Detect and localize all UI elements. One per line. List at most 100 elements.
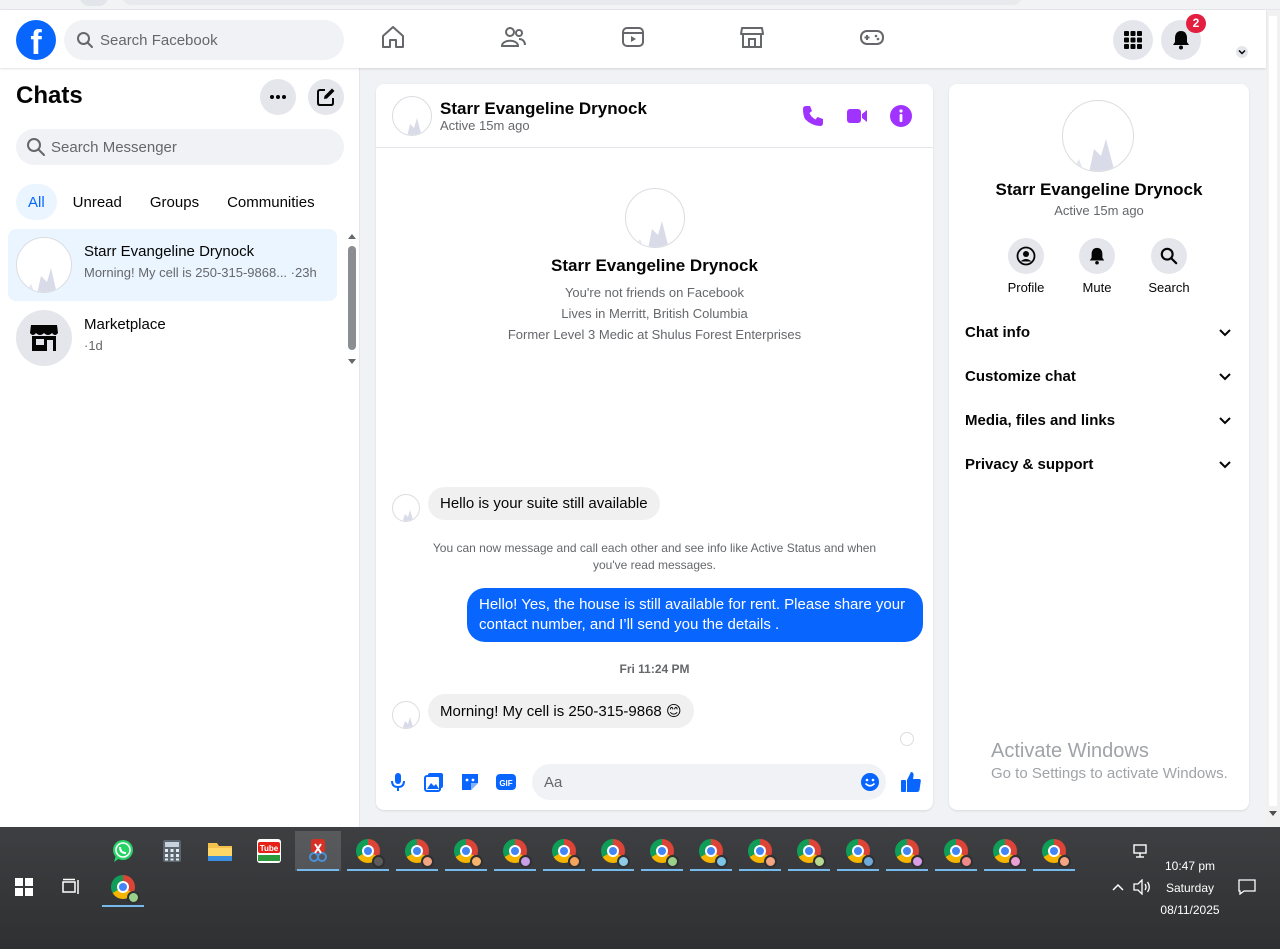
chat-list-item-marketplace[interactable]: Marketplace ·1d: [8, 302, 337, 374]
action-center-button[interactable]: [1232, 869, 1262, 905]
chrome-icon: [503, 839, 532, 868]
facebook-logo[interactable]: f: [16, 20, 56, 60]
chrome-pinned[interactable]: [100, 867, 146, 907]
search-icon: [1151, 238, 1187, 274]
avatar: [392, 494, 420, 522]
messenger-search-input[interactable]: [51, 129, 331, 165]
home-icon[interactable]: [380, 24, 406, 50]
chrome-profile-9[interactable]: [737, 831, 783, 871]
chevron-up-icon: [1112, 883, 1124, 891]
account-chevron-icon[interactable]: [1235, 45, 1249, 59]
show-hidden-icons-button[interactable]: [1106, 869, 1130, 905]
avatar: [16, 237, 72, 293]
page-scrollbar[interactable]: [1266, 10, 1280, 827]
seen-indicator-avatar: [900, 732, 914, 746]
filter-communities[interactable]: Communities: [215, 184, 327, 220]
chrome-profile-10[interactable]: [786, 831, 832, 871]
chrome-profile-1[interactable]: [345, 831, 391, 871]
message-bubble-incoming[interactable]: Morning! My cell is 250-315-9868 😊: [428, 694, 694, 728]
message-bubble-incoming[interactable]: Hello is your suite still available: [428, 487, 660, 520]
browser-back-button[interactable]: [80, 0, 108, 6]
microphone-icon[interactable]: [387, 771, 409, 793]
chrome-profile-4[interactable]: [492, 831, 538, 871]
watermark-subtitle: Go to Settings to activate Windows.: [991, 765, 1228, 782]
chrome-profile-3[interactable]: [443, 831, 489, 871]
message-input[interactable]: [544, 764, 844, 800]
chrome-profile-7[interactable]: [639, 831, 685, 871]
new-message-button[interactable]: [308, 79, 344, 115]
chat-info-section[interactable]: Chat info: [957, 312, 1241, 356]
clock-day[interactable]: Saturday: [1150, 881, 1230, 895]
clock-date[interactable]: 08/11/2025: [1150, 903, 1230, 917]
scrollbar-thumb[interactable]: [348, 246, 356, 350]
gif-icon[interactable]: GIF: [495, 771, 517, 793]
chrome-profile-14[interactable]: [982, 831, 1028, 871]
profile-location: Lives in Merritt, British Columbia: [561, 306, 748, 321]
search-icon: [26, 137, 46, 157]
message-bubble-outgoing[interactable]: Hello! Yes, the house is still available…: [467, 588, 923, 642]
chat-list-item-starr[interactable]: Starr Evangeline Drynock Morning! My cel…: [8, 229, 337, 301]
browser-address-bar[interactable]: [122, 0, 1022, 5]
start-button[interactable]: [1, 867, 47, 907]
privacy-support-section[interactable]: Privacy & support: [957, 444, 1241, 488]
youtube-app[interactable]: Tube: [246, 831, 292, 871]
phone-icon[interactable]: [801, 104, 825, 128]
chrome-profile-8[interactable]: [688, 831, 734, 871]
avatar[interactable]: [1062, 100, 1134, 172]
scroll-down-icon[interactable]: [1269, 811, 1277, 817]
windows-taskbar: Tube 10:47 pm Saturday 08/11/2025: [0, 827, 1280, 949]
menu-button[interactable]: [1113, 20, 1153, 60]
snipping-tool-app[interactable]: [295, 831, 341, 871]
filter-unread[interactable]: Unread: [61, 184, 134, 220]
messenger-search[interactable]: [16, 129, 344, 165]
scroll-down-icon[interactable]: [347, 358, 357, 366]
task-view-button[interactable]: [48, 867, 94, 907]
info-icon[interactable]: [889, 104, 913, 128]
calculator-app[interactable]: [149, 831, 195, 871]
like-icon[interactable]: [899, 770, 923, 794]
marketplace-icon[interactable]: [739, 24, 765, 50]
video-icon[interactable]: [620, 24, 646, 50]
profile-action[interactable]: Profile: [996, 238, 1056, 295]
emoji-icon[interactable]: [860, 772, 880, 792]
friends-icon[interactable]: [500, 24, 526, 50]
chrome-profile-11[interactable]: [835, 831, 881, 871]
clock-time[interactable]: 10:47 pm: [1150, 859, 1230, 873]
mute-action[interactable]: Mute: [1067, 238, 1127, 295]
facebook-search[interactable]: [64, 20, 344, 60]
chrome-profile-12[interactable]: [884, 831, 930, 871]
chrome-profile-5[interactable]: [541, 831, 587, 871]
section-label: Chat info: [965, 324, 1030, 341]
chat-list-scrollbar[interactable]: [347, 232, 357, 366]
avatar[interactable]: [624, 188, 685, 248]
chats-sidebar: Chats All Unread Groups Communities Star…: [0, 68, 360, 827]
gaming-icon[interactable]: [859, 24, 885, 50]
filter-groups[interactable]: Groups: [138, 184, 211, 220]
message-input-box[interactable]: [532, 764, 886, 800]
filter-all[interactable]: All: [16, 184, 57, 220]
chrome-icon: [111, 875, 140, 904]
scroll-up-icon[interactable]: [347, 232, 357, 240]
video-call-icon[interactable]: [845, 104, 869, 128]
page-scrollbar-thumb[interactable]: [1269, 16, 1277, 806]
chevron-down-icon: [1219, 329, 1231, 337]
facebook-search-input[interactable]: [100, 20, 330, 60]
photo-icon[interactable]: [423, 771, 445, 793]
search-action[interactable]: Search: [1139, 238, 1199, 295]
file-explorer-app[interactable]: [197, 831, 243, 871]
whatsapp-app[interactable]: [100, 831, 146, 871]
chats-options-button[interactable]: [260, 79, 296, 115]
chrome-profile-2[interactable]: [394, 831, 440, 871]
chrome-profile-15[interactable]: [1031, 831, 1077, 871]
whatsapp-icon: [113, 840, 133, 862]
chrome-profile-13[interactable]: [933, 831, 979, 871]
chrome-icon: [405, 839, 434, 868]
chrome-profile-6[interactable]: [590, 831, 636, 871]
conversation-panel: Starr Evangeline Drynock Active 15m ago …: [376, 84, 933, 810]
customize-chat-section[interactable]: Customize chat: [957, 356, 1241, 400]
media-files-links-section[interactable]: Media, files and links: [957, 400, 1241, 444]
conversation-name[interactable]: Starr Evangeline Drynock: [440, 99, 647, 119]
info-name: Starr Evangeline Drynock: [995, 180, 1203, 199]
avatar[interactable]: [392, 96, 432, 136]
sticker-icon[interactable]: [459, 771, 481, 793]
